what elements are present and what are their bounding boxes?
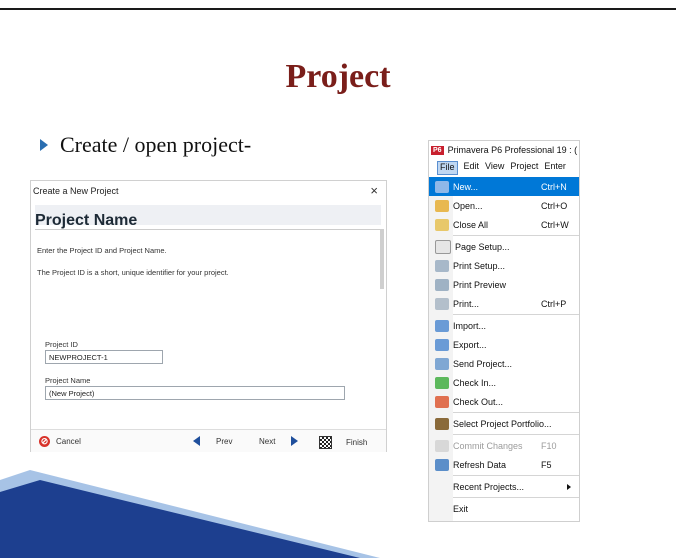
- file-menu: New... Ctrl+N Open... Ctrl+O Close All Ctrl…: [429, 177, 579, 518]
- printer-icon: [435, 297, 449, 310]
- menu-item-label: Import...: [453, 320, 487, 331]
- menu-item-page-setup[interactable]: Page Setup...: [429, 237, 579, 256]
- menu-item-label: New...: [453, 181, 479, 192]
- next-label: Next: [259, 436, 276, 446]
- portfolio-icon: [435, 417, 449, 430]
- finish-label: Finish: [346, 438, 368, 447]
- p6-logo: P6: [431, 145, 444, 155]
- project-id-label: Project ID: [45, 340, 78, 349]
- menu-item-open[interactable]: Open... Ctrl+O: [429, 196, 579, 215]
- menu-item-select-portfolio[interactable]: Select Project Portfolio...: [429, 414, 579, 433]
- arrow-left-icon: [193, 436, 200, 446]
- cancel-button[interactable]: ⊘ Cancel: [39, 436, 81, 447]
- menu-edit[interactable]: Edit: [464, 161, 480, 175]
- menu-item-export[interactable]: Export...: [429, 335, 579, 354]
- top-rule: [0, 8, 676, 10]
- menu-item-shortcut: Ctrl+O: [541, 200, 568, 211]
- bullet-item: Create / open project-: [40, 132, 251, 158]
- menu-item-new[interactable]: New... Ctrl+N: [429, 177, 579, 196]
- menu-view[interactable]: View: [485, 161, 504, 175]
- menu-item-shortcut: F10: [541, 440, 557, 451]
- menu-project[interactable]: Project: [510, 161, 538, 175]
- arrow-right-icon: [291, 436, 299, 446]
- export-icon: [435, 338, 449, 351]
- check-out-icon: [435, 395, 449, 408]
- instruction-line-2: The Project ID is a short, unique identi…: [37, 268, 229, 277]
- project-id-field[interactable]: NEWPROJECT-1: [45, 350, 163, 364]
- menu-item-print[interactable]: Print... Ctrl+P: [429, 294, 579, 313]
- menu-item-label: Check In...: [453, 377, 497, 388]
- menu-item-close-all[interactable]: Close All Ctrl+W: [429, 215, 579, 234]
- check-in-icon: [435, 376, 449, 389]
- project-name-label: Project Name: [45, 376, 91, 385]
- menu-item-label: Export...: [453, 339, 487, 350]
- new-icon: [435, 180, 449, 193]
- menu-item-shortcut: Ctrl+N: [541, 181, 567, 192]
- p6-titlebar: P6 Primavera P6 Professional 19 : (: [429, 141, 579, 159]
- send-icon: [435, 357, 449, 370]
- menu-item-shortcut: F5: [541, 459, 552, 470]
- menu-item-label: Commit Changes: [453, 440, 523, 451]
- project-name-field[interactable]: (New Project): [45, 386, 345, 400]
- cancel-icon: ⊘: [39, 436, 50, 447]
- checkered-flag-icon: [319, 436, 332, 449]
- menu-item-label: Refresh Data: [453, 459, 507, 470]
- menu-item-label: Select Project Portfolio...: [453, 418, 552, 429]
- decorative-arrow-graphic: [0, 470, 380, 558]
- dialog-scrollbar[interactable]: [380, 229, 384, 289]
- menu-item-label: Print Preview: [453, 279, 507, 290]
- menu-item-check-out[interactable]: Check Out...: [429, 392, 579, 411]
- new-project-dialog: Create a New Project × Project Name Ente…: [30, 180, 387, 452]
- p6-menubar: File Edit View Project Enter: [429, 161, 579, 175]
- close-all-icon: [435, 218, 449, 231]
- refresh-icon: [435, 458, 449, 471]
- print-preview-icon: [435, 278, 449, 291]
- p6-window-title: Primavera P6 Professional 19 : (: [447, 145, 578, 155]
- print-setup-icon: [435, 259, 449, 272]
- finish-button[interactable]: Finish: [319, 436, 367, 449]
- close-icon[interactable]: ×: [370, 183, 378, 198]
- prev-label: Prev: [216, 436, 233, 446]
- open-folder-icon: [435, 199, 449, 212]
- menu-separator: [453, 235, 579, 236]
- p6-window: P6 Primavera P6 Professional 19 : ( File…: [428, 140, 580, 522]
- deco-dark-band: [0, 480, 360, 558]
- menu-separator: [453, 434, 579, 435]
- bullet-arrow-icon: [40, 138, 48, 151]
- menu-file[interactable]: File: [437, 161, 458, 175]
- menu-item-send-project[interactable]: Send Project...: [429, 354, 579, 373]
- dialog-title: Create a New Project: [33, 186, 119, 196]
- menu-item-label: Print...: [453, 298, 480, 309]
- menu-item-commit-changes: Commit Changes F10: [429, 436, 579, 455]
- page-setup-icon: [435, 239, 451, 254]
- cancel-label: Cancel: [56, 437, 81, 446]
- menu-item-label: Check Out...: [453, 396, 504, 407]
- menu-item-label: Page Setup...: [455, 241, 510, 252]
- menu-item-label: Close All: [453, 219, 489, 230]
- menu-item-shortcut: Ctrl+P: [541, 298, 567, 309]
- menu-item-import[interactable]: Import...: [429, 316, 579, 335]
- menu-enterprise[interactable]: Enter: [544, 161, 566, 175]
- menu-item-print-preview[interactable]: Print Preview: [429, 275, 579, 294]
- dialog-panel: Enter the Project ID and Project Name. T…: [35, 229, 381, 428]
- dialog-footer: ⊘ Cancel Prev Next Finish: [31, 429, 386, 452]
- menu-separator: [453, 314, 579, 315]
- slide-title: Project: [285, 58, 391, 95]
- menu-item-print-setup[interactable]: Print Setup...: [429, 256, 579, 275]
- menu-item-label: Send Project...: [453, 358, 513, 369]
- instruction-line-1: Enter the Project ID and Project Name.: [37, 246, 167, 255]
- menu-item-label: Print Setup...: [453, 260, 506, 271]
- menu-item-shortcut: Ctrl+W: [541, 219, 569, 230]
- bullet-text: Create / open project-: [60, 132, 252, 157]
- prev-button[interactable]: Prev: [193, 436, 232, 446]
- menu-separator: [453, 412, 579, 413]
- menu-item-label: Open...: [453, 200, 483, 211]
- import-icon: [435, 319, 449, 332]
- menu-item-check-in[interactable]: Check In...: [429, 373, 579, 392]
- next-button[interactable]: Next: [259, 436, 299, 446]
- commit-icon: [435, 439, 449, 452]
- dialog-heading: Project Name: [35, 212, 138, 229]
